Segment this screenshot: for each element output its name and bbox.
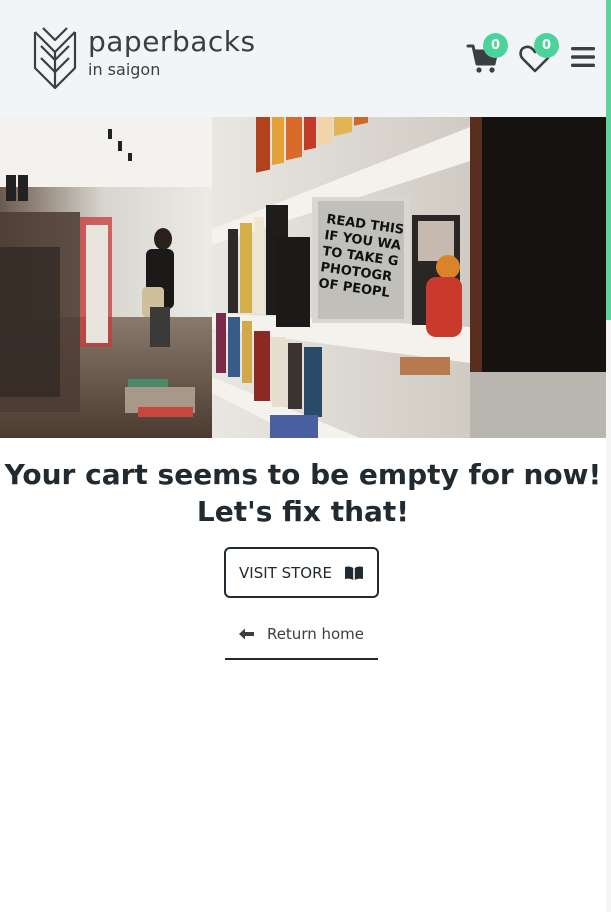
scrollbar-thumb[interactable] xyxy=(606,0,611,320)
return-home-label: Return home xyxy=(266,625,365,643)
empty-cart-line-1: Your cart seems to be empty for now! xyxy=(4,458,602,491)
cart-count-badge: 0 xyxy=(483,33,508,58)
open-book-icon xyxy=(344,565,363,580)
arrow-left-icon xyxy=(238,628,254,640)
empty-cart-line-2: Let's fix that! xyxy=(196,495,410,528)
hamburger-icon xyxy=(571,47,595,67)
bookstore-image: READ THIS IF YOU WA TO TAKE G PHOTOGR OF… xyxy=(0,117,606,438)
hero-bookstore-photo: READ THIS IF YOU WA TO TAKE G PHOTOGR OF… xyxy=(0,117,606,438)
wishlist-count-badge: 0 xyxy=(534,33,559,58)
empty-cart-heading: Your cart seems to be empty for now! Let… xyxy=(0,456,606,530)
return-home-link[interactable]: Return home xyxy=(225,616,378,660)
brand-name: paperbacks xyxy=(88,25,256,58)
visit-store-button[interactable]: VISIT STORE xyxy=(224,547,379,598)
menu-button[interactable] xyxy=(570,44,596,70)
brand-logo-link[interactable]: paperbacks in saigon xyxy=(32,24,256,90)
page: paperbacks in saigon 0 0 READ THIS IF YO… xyxy=(0,0,611,912)
site-header: paperbacks in saigon 0 0 xyxy=(0,0,606,117)
visit-store-label: VISIT STORE xyxy=(239,563,332,582)
brand-text: paperbacks in saigon xyxy=(88,24,256,80)
brand-tagline: in saigon xyxy=(88,60,161,79)
logo-icon xyxy=(33,27,77,90)
